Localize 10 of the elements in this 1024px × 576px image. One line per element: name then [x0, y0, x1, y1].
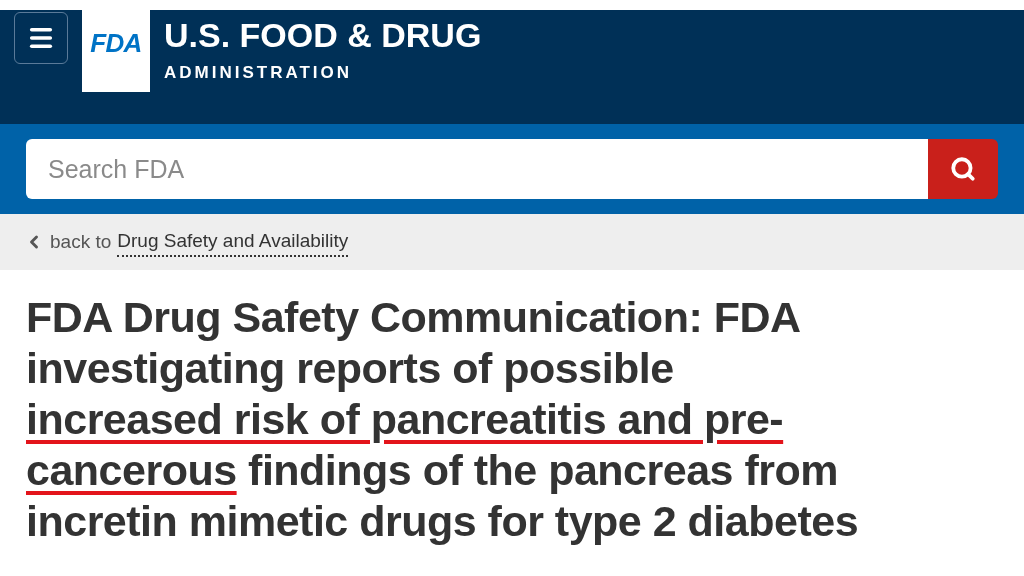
agency-subtitle: ADMINISTRATION [164, 62, 354, 84]
logo-mark: FDA [90, 27, 142, 60]
breadcrumb-link[interactable]: Drug Safety and Availability [117, 226, 349, 258]
agency-title: U.S. FOOD & DRUG [164, 18, 482, 52]
page-headline: FDA Drug Safety Communication: FDA investigating reports of possible increased risk of pancreatitis and pre- cancerous findings of the pancreas from incretin mimetic drugs for type 2 diabetes [26, 292, 860, 547]
breadcrumb-prefix: back to [50, 229, 112, 254]
search-icon [950, 156, 976, 182]
menu-button[interactable] [14, 12, 68, 64]
search-button[interactable] [928, 139, 998, 199]
search-field[interactable]: Search FDA [26, 139, 928, 199]
